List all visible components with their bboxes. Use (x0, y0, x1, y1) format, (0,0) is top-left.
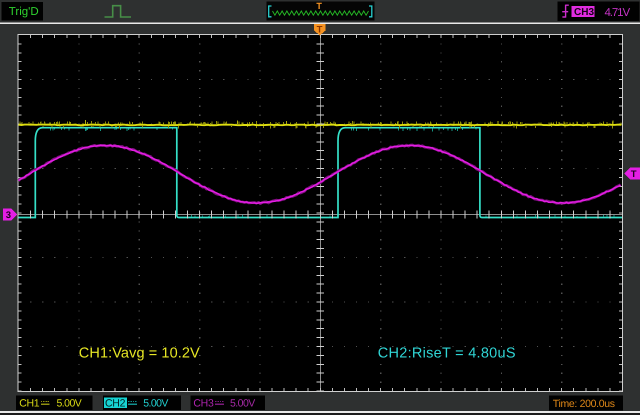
svg-text:T: T (317, 25, 323, 36)
svg-text:CH1: CH1 (19, 397, 40, 409)
svg-text:Trig'D: Trig'D (9, 6, 39, 18)
svg-text:CH3: CH3 (193, 397, 214, 409)
svg-text:CH3: CH3 (574, 7, 594, 18)
svg-text:CH2: CH2 (105, 397, 126, 409)
svg-text:3: 3 (6, 210, 11, 221)
svg-text:T: T (631, 169, 637, 180)
svg-text:5.00V: 5.00V (143, 397, 168, 409)
svg-text:CH1:Vavg = 10.2V: CH1:Vavg = 10.2V (79, 345, 200, 361)
svg-text:5.00V: 5.00V (230, 397, 255, 409)
svg-text:Time: 200.0us: Time: 200.0us (553, 398, 615, 410)
svg-text:T: T (316, 1, 322, 11)
svg-text:CH2:RiseT = 4.80uS: CH2:RiseT = 4.80uS (378, 345, 516, 361)
svg-text:4.71V: 4.71V (605, 7, 631, 19)
svg-text:5.00V: 5.00V (57, 397, 82, 409)
